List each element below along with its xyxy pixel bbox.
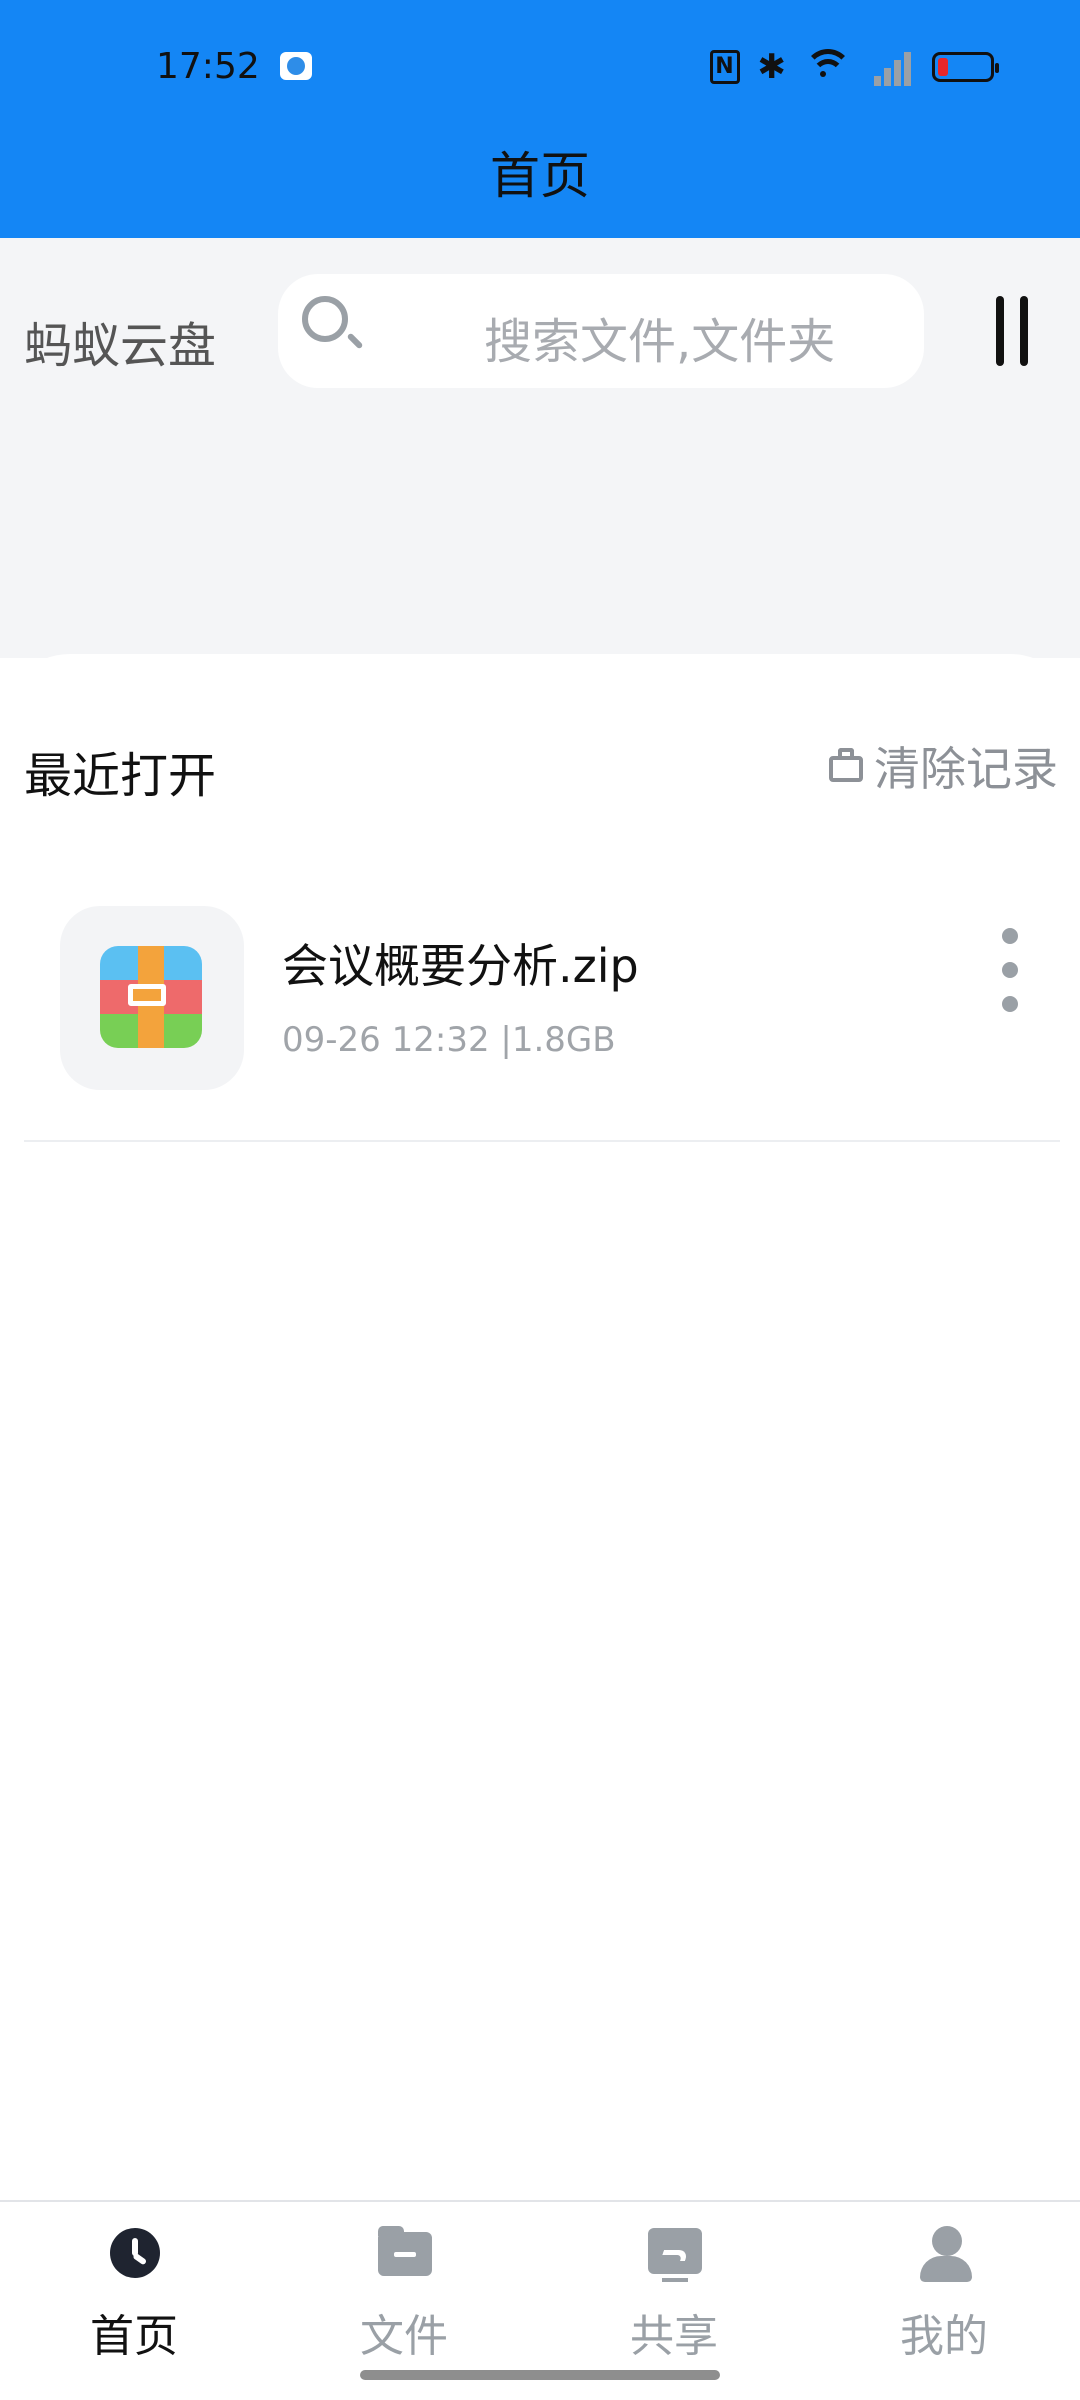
more-vertical-icon[interactable] — [990, 914, 1030, 1024]
tab-mine[interactable]: 我的 — [844, 2216, 1044, 2366]
status-time: 17:52 — [156, 46, 260, 87]
tab-label: 我的 — [900, 2311, 988, 2362]
page-title: 首页 — [490, 147, 590, 205]
list-item[interactable]: 会议概要分析.zip 09-26 12:32 |1.8GB — [24, 904, 1060, 1142]
clock-icon — [110, 2228, 160, 2278]
file-thumbnail — [60, 906, 244, 1090]
status-bar: 17:52 N ✱ — [0, 0, 1080, 134]
tab-label: 共享 — [630, 2311, 718, 2362]
search-icon — [300, 294, 362, 356]
recent-section: 最近打开 清除记录 会议概要分析.zip 09-26 12:32 |1.8GB — [0, 654, 1080, 2200]
app-notification-icon — [280, 52, 312, 80]
signal-icon — [870, 48, 914, 86]
battery-low-icon — [932, 52, 999, 82]
zip-archive-icon — [100, 946, 202, 1048]
clear-history-button[interactable]: 清除记录 — [826, 736, 1058, 796]
bluetooth-icon: ✱ — [757, 47, 787, 87]
clear-history-label: 清除记录 — [874, 742, 1058, 796]
folder-icon — [378, 2226, 432, 2276]
nfc-icon: N — [709, 50, 740, 84]
share-icon — [648, 2228, 702, 2282]
tab-share[interactable]: 共享 — [574, 2216, 774, 2366]
person-icon — [918, 2226, 974, 2282]
tab-label: 文件 — [360, 2311, 448, 2362]
tab-files[interactable]: 文件 — [304, 2216, 504, 2366]
top-section: 蚂蚁云盘 搜索文件,文件夹 相册 视频 音频 文档 更多 — [0, 238, 1080, 876]
trash-icon — [826, 746, 866, 786]
file-name: 会议概要分析.zip — [282, 939, 639, 993]
recent-title: 最近打开 — [24, 748, 217, 804]
app-header: 17:52 N ✱ 首页 — [0, 0, 1080, 238]
wifi-icon — [804, 47, 852, 87]
home-indicator[interactable] — [360, 2370, 720, 2380]
search-input[interactable]: 搜索文件,文件夹 — [278, 274, 924, 388]
file-meta: 09-26 12:32 |1.8GB — [282, 1020, 616, 1060]
tab-home[interactable]: 首页 — [34, 2216, 234, 2366]
status-icons: N ✱ — [709, 46, 999, 88]
app-name: 蚂蚁云盘 — [24, 318, 217, 374]
tab-label: 首页 — [90, 2311, 178, 2362]
sort-icon[interactable] — [984, 290, 1048, 370]
search-placeholder: 搜索文件,文件夹 — [484, 314, 836, 370]
